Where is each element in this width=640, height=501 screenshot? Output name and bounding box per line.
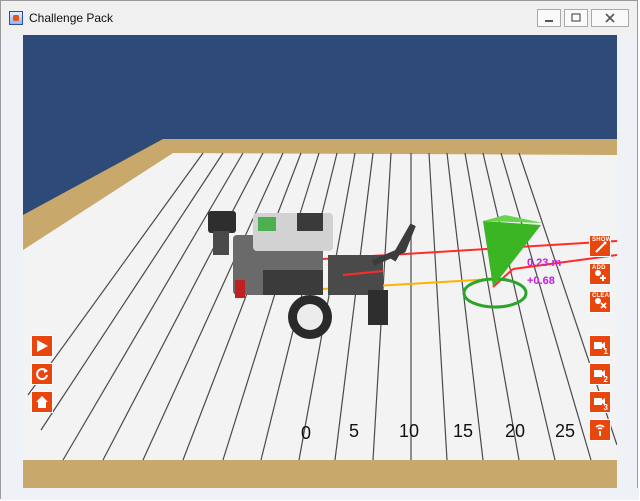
show-label: SHOW: [592, 237, 612, 243]
maximize-icon: [571, 13, 581, 22]
add-marker-button[interactable]: ADD: [589, 263, 611, 285]
distance-label: 0.23 m: [527, 257, 562, 269]
app-icon: [9, 11, 23, 25]
reset-button[interactable]: [31, 363, 53, 385]
home-icon: [36, 396, 48, 408]
signal-button[interactable]: [589, 419, 611, 441]
signal-icon: [595, 424, 605, 436]
add-label: ADD: [592, 265, 606, 271]
ruler-label-10: 10: [399, 421, 420, 441]
ruler-label-5: 5: [349, 421, 360, 441]
close-button[interactable]: [591, 9, 629, 27]
simulation-viewport[interactable]: 0.23 m +0.68 0 5 10 15 20 25 SHOW ADD CL…: [23, 35, 617, 488]
camera-2-label: 2: [603, 375, 608, 384]
show-path-button[interactable]: SHOW: [589, 235, 611, 257]
maximize-button[interactable]: [564, 9, 588, 27]
ruler-label-20: 20: [505, 421, 526, 441]
minimize-button[interactable]: [537, 9, 561, 27]
window-bottom-border: [1, 488, 639, 500]
window-controls: [537, 9, 629, 27]
clear-label: CLEAR: [592, 293, 614, 299]
camera-3-label: 3: [603, 403, 608, 412]
home-button[interactable]: [31, 391, 53, 413]
play-button[interactable]: [31, 335, 53, 357]
minimize-icon: [545, 20, 553, 22]
reset-icon: [36, 368, 48, 381]
camera-1-button[interactable]: 1: [589, 335, 611, 357]
camera-2-button[interactable]: 2: [589, 363, 611, 385]
table-edge-front: [23, 460, 617, 488]
app-window: Challenge Pack 0.23 m +0.68 0 5 10 15 20…: [0, 0, 639, 500]
ruler-label-15: 15: [453, 421, 474, 441]
ruler-label-25: 25: [555, 421, 576, 441]
camera-3-button[interactable]: 3: [589, 391, 611, 413]
camera-1-label: 1: [603, 347, 608, 356]
offset-label: +0.68: [527, 275, 555, 287]
clear-markers-button[interactable]: CLEAR: [589, 291, 614, 313]
title-bar: Challenge Pack: [1, 1, 637, 35]
close-icon: [605, 13, 615, 23]
ruler-label-0: 0: [301, 423, 312, 443]
window-title: Challenge Pack: [29, 11, 114, 25]
play-icon: [37, 340, 48, 352]
